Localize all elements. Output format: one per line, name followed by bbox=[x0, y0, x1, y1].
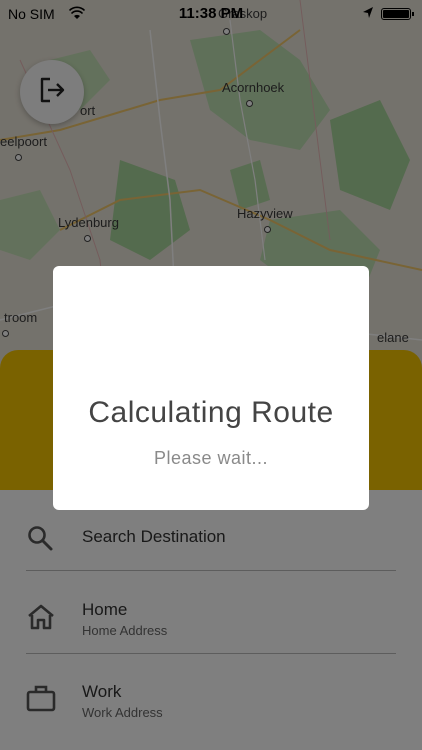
dialog-title: Calculating Route bbox=[88, 396, 334, 429]
loading-spinner-icon bbox=[150, 286, 279, 361]
dialog-subtitle: Please wait... bbox=[153, 448, 269, 468]
loading-dialog: Calculating Route Please wait... bbox=[53, 266, 369, 510]
